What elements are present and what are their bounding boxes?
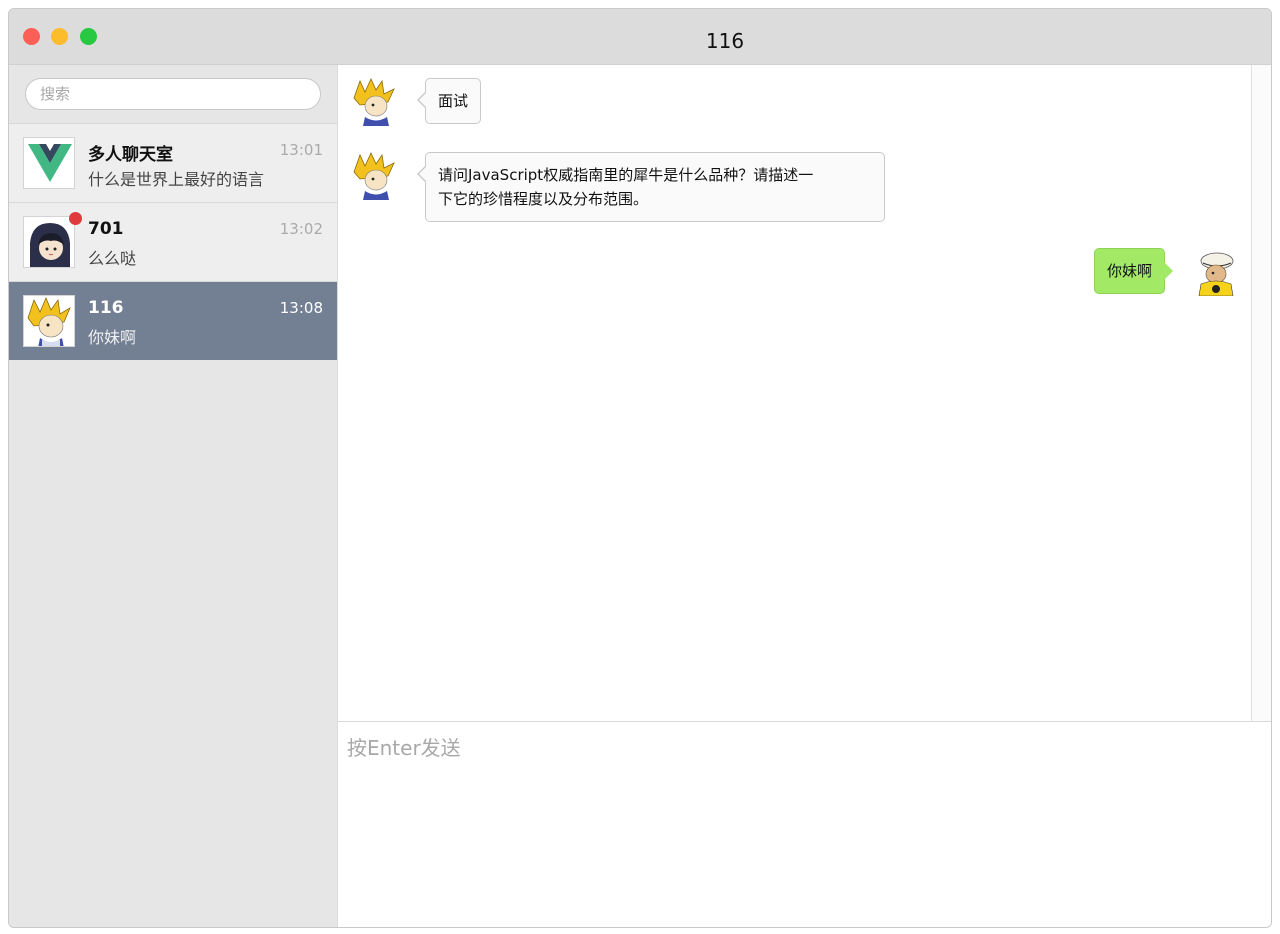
message-scrollbar[interactable]: [1251, 65, 1271, 721]
spiky-hair-avatar: [352, 78, 398, 126]
conversation-preview: 什么是世界上最好的语言: [88, 170, 265, 189]
search-bar: [9, 65, 337, 123]
title-bar: 116: [9, 9, 1271, 65]
conversation-name: 多人聊天室: [88, 145, 173, 165]
message-composer: [338, 721, 1271, 927]
conversation-item-116[interactable]: 116 13:08 你妹啊: [9, 281, 337, 360]
chat-window: 116 多人聊天室 13:01 什么是世界上最好的语言: [8, 8, 1272, 928]
conversation-item-group-chat[interactable]: 多人聊天室 13:01 什么是世界上最好的语言: [9, 123, 337, 202]
vue-logo-icon: [23, 137, 75, 189]
message-text: 面试: [438, 92, 469, 110]
message-bubble: 请问JavaScript权威指南里的犀牛是什么品种？请描述一 下它的珍惜程度以及…: [417, 152, 885, 222]
conversation-preview: 么么哒: [88, 249, 137, 268]
unread-badge: [69, 212, 82, 225]
straw-hat-avatar: [1191, 248, 1237, 296]
spiky-hair-avatar: [23, 295, 75, 347]
conversation-preview: 你妹啊: [88, 328, 137, 347]
conversation-item-701[interactable]: 701 13:02 么么哒: [9, 202, 337, 281]
message-text-line: 下它的珍惜程度以及分布范围。: [438, 190, 649, 208]
message-bubble: 面试: [416, 78, 482, 124]
message-text: 你妹啊: [1106, 262, 1152, 280]
search-input[interactable]: [25, 78, 321, 110]
conversation-name: 116: [88, 298, 124, 318]
message-bubble-self: 你妹啊: [1093, 248, 1174, 294]
conversation-sidebar: 多人聊天室 13:01 什么是世界上最好的语言 701 13:02 么么哒: [9, 65, 338, 927]
conversation-name: 701: [88, 219, 124, 239]
message-text-line: 请问JavaScript权威指南里的犀牛是什么品种？请描述一: [438, 166, 814, 184]
spiky-hair-avatar: [352, 152, 398, 200]
message-input[interactable]: [338, 722, 1271, 927]
window-title: 116: [705, 29, 745, 53]
hooded-girl-avatar: [23, 216, 75, 268]
conversation-time: 13:08: [279, 299, 323, 317]
conversation-time: 13:01: [279, 141, 323, 159]
message-pane: 面试 请问JavaScript权威指南里的犀牛是什么品种？请描述一 下它的珍惜程…: [338, 65, 1271, 721]
conversation-time: 13:02: [279, 220, 323, 238]
